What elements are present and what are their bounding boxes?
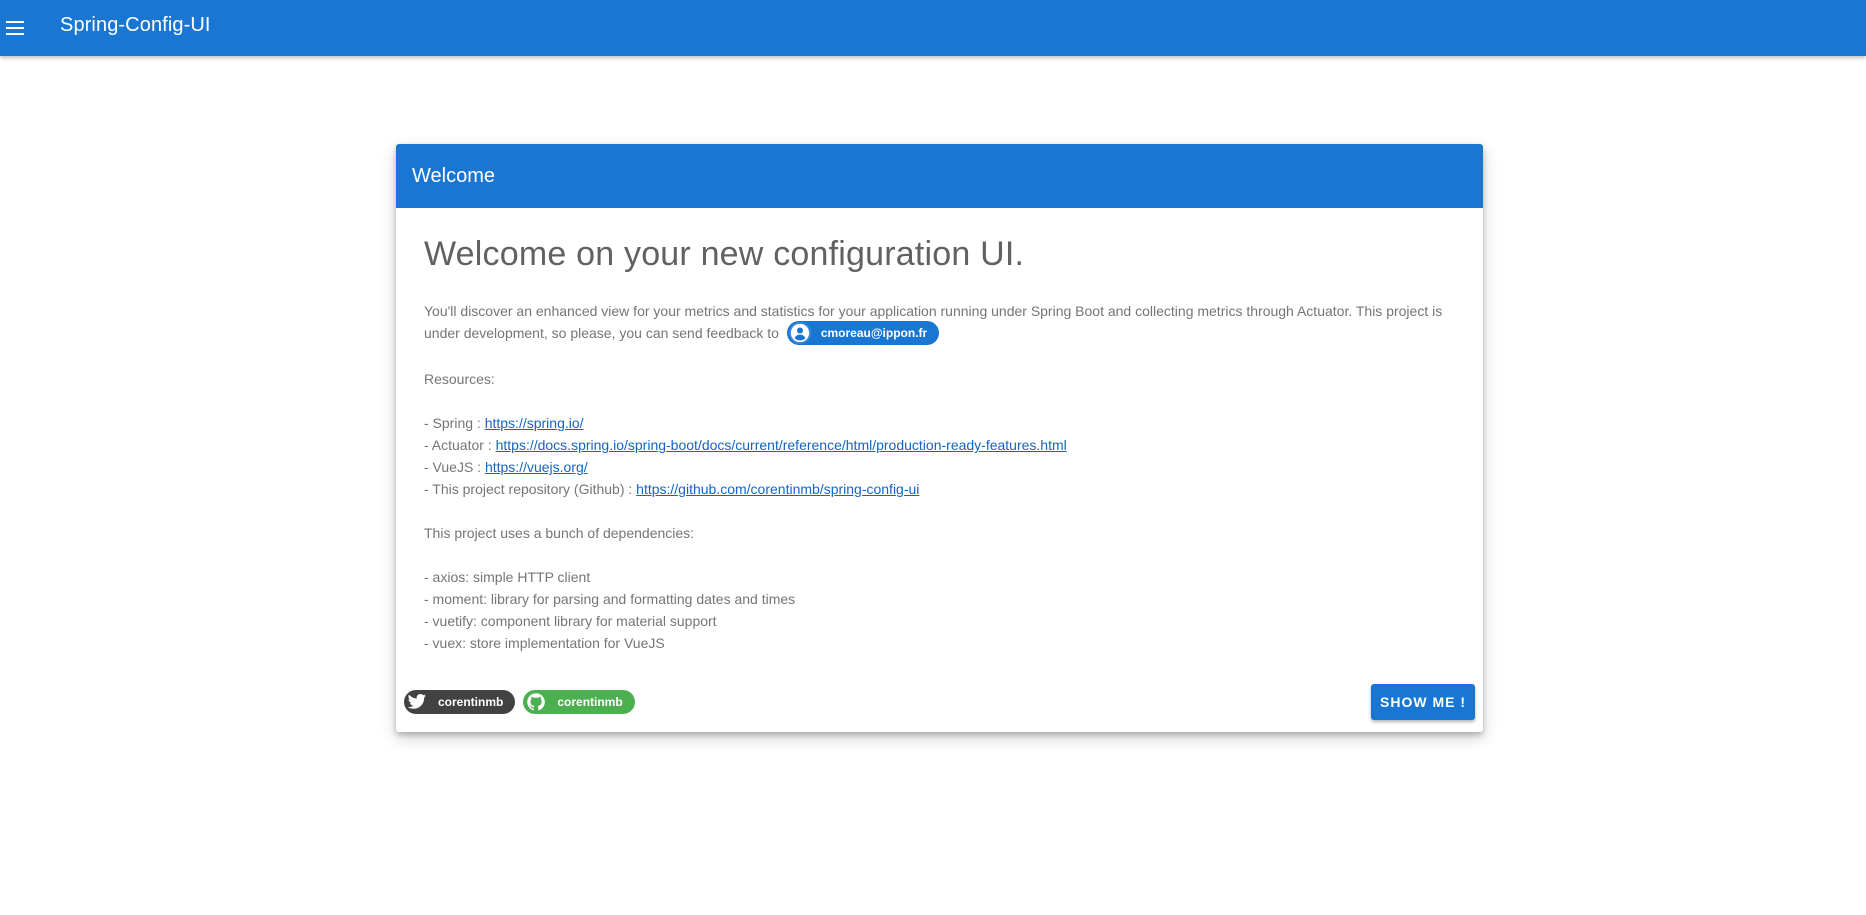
account-circle-icon [788, 322, 811, 345]
list-item: - vuex: store implementation for VueJS [424, 635, 665, 652]
list-item: - axios: simple HTTP client [424, 569, 591, 586]
github-chip[interactable]: corentinmb [523, 690, 635, 714]
list-item: - moment: library for parsing and format… [424, 591, 796, 608]
dependencies-heading: This project uses a bunch of dependencie… [424, 525, 695, 542]
welcome-card: Welcome Welcome on your new configuratio… [396, 144, 1483, 732]
dependencies-list: - axios: simple HTTP client - moment: li… [424, 566, 1455, 654]
resource-item-actuator: - Actuator : https://docs.spring.io/spri… [424, 434, 1455, 456]
twitter-icon [406, 691, 428, 713]
card-header-title: Welcome [412, 164, 495, 187]
resource-item-github-repo: - This project repository (Github) : htt… [424, 478, 1455, 500]
list-item: - vuetify: component library for materia… [424, 613, 717, 630]
twitter-chip[interactable]: corentinmb [404, 690, 516, 714]
show-me-button[interactable]: SHOW ME ! [1371, 684, 1475, 720]
email-chip[interactable]: cmoreau@ippon.fr [786, 321, 940, 346]
resource-prefix: - This project repository (Github) : [424, 481, 637, 498]
vuejs-link[interactable]: https://vuejs.org/ [485, 459, 588, 475]
twitter-chip-label: corentinmb [438, 695, 504, 709]
app-title: Spring-Config-UI [60, 13, 211, 36]
spring-link[interactable]: https://spring.io/ [485, 415, 584, 431]
page-headline: Welcome on your new configuration UI. [424, 235, 1025, 273]
card-body: Welcome on your new configuration UI. Yo… [396, 208, 1483, 654]
card-header: Welcome [396, 144, 1483, 208]
app-bar: Spring-Config-UI [0, 0, 1866, 56]
github-repo-link[interactable]: https://github.com/corentinmb/spring-con… [636, 481, 919, 497]
hamburger-menu-icon[interactable] [0, 12, 32, 44]
resources-list: - Spring : https://spring.io/ - Actuator… [424, 412, 1455, 500]
card-actions: corentinmb corentinmb SHOW ME ! [404, 684, 1475, 720]
resources-heading: Resources: [424, 371, 495, 388]
resource-prefix: - Actuator : [424, 437, 496, 454]
intro-paragraph: You'll discover an enhanced view for you… [424, 300, 1455, 346]
resource-item-vuejs: - VueJS : https://vuejs.org/ [424, 456, 1455, 478]
github-icon [525, 691, 547, 713]
actuator-link[interactable]: https://docs.spring.io/spring-boot/docs/… [496, 437, 1067, 453]
resource-prefix: - Spring : [424, 415, 485, 432]
resource-prefix: - VueJS : [424, 459, 485, 476]
email-chip-label: cmoreau@ippon.fr [820, 326, 928, 341]
resource-item-spring: - Spring : https://spring.io/ [424, 412, 1455, 434]
github-chip-label: corentinmb [557, 695, 623, 709]
